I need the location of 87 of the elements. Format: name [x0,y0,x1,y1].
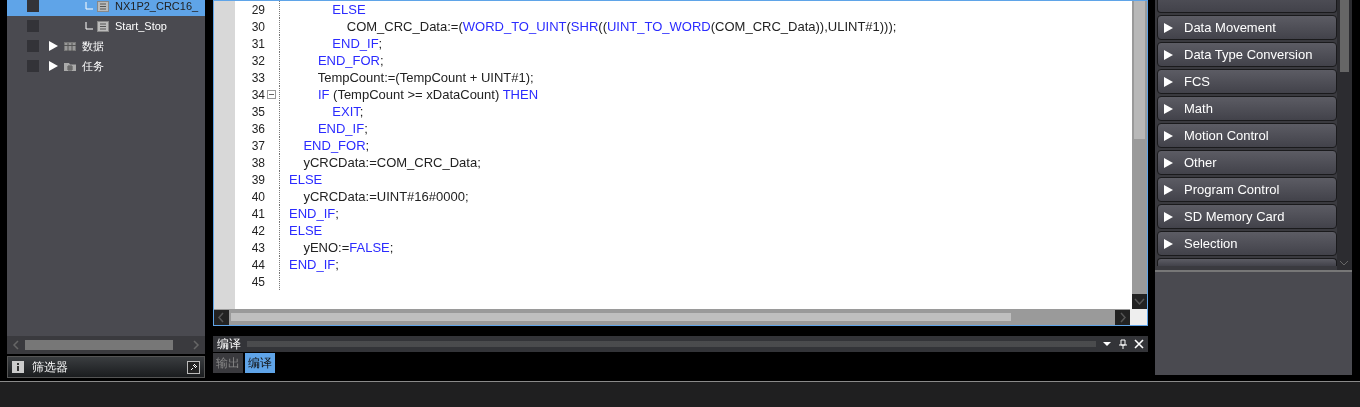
expand-arrow-icon [1164,184,1173,195]
vertical-scrollbar[interactable] [1132,1,1147,309]
scroll-corner [1130,309,1147,325]
line-number: 39 [250,172,265,187]
code-line: END_IF; [289,206,339,221]
toolbox-group[interactable]: Data Type Conversion [1157,42,1337,67]
code-line: COM_CRC_Data:=(WORD_TO_UINT(SHR((UINT_TO_WORD(COM_CRC_Data)),ULINT#1))); [345,19,897,34]
toolbox-group[interactable] [1157,0,1337,13]
line-number: 34 [250,87,265,102]
horizontal-scrollbar[interactable] [214,309,1130,325]
scroll-left-icon[interactable] [214,309,229,325]
vertical-scrollbar[interactable] [1337,0,1352,270]
expand-arrow-icon[interactable] [49,61,58,71]
expand-arrow-icon [1164,22,1173,33]
toolbox-group[interactable]: Motion Control [1157,123,1337,148]
expand-arrow-icon [1164,130,1173,141]
toolbox-group[interactable]: Selection [1157,231,1337,256]
pin-icon[interactable] [187,360,200,374]
code-line: yENO:=FALSE; [302,240,394,255]
horizontal-scrollbar[interactable] [7,336,205,354]
code-line: TempCount:=(TempCount + UINT#1); [316,70,534,85]
line-number: 38 [250,155,265,170]
expand-arrow-icon [1164,103,1173,114]
line-number: 40 [250,189,265,204]
scroll-thumb[interactable] [231,313,1011,321]
code-line: yCRCData:=COM_CRC_Data; [302,155,481,170]
code-line: ELSE [289,172,323,187]
line-number: 41 [250,206,265,221]
code-line: END_IF; [331,36,383,51]
line-number: 42 [250,223,265,238]
code-line: ELSE [331,2,366,17]
line-number: 31 [250,36,265,51]
line-number: 33 [250,70,265,85]
checkbox-icon [27,20,39,32]
code-line: ELSE [289,223,323,238]
panel-tab[interactable]: 编译 [245,353,275,373]
filter-label: 筛选器 [32,358,69,376]
tree-item[interactable]: NX1P2_CRC16_ [7,0,205,16]
expand-arrow-icon [1164,76,1173,87]
table-icon [64,40,76,52]
panel-title: 编译 [217,335,241,353]
line-number: 37 [250,138,265,153]
code-line: END_IF; [289,257,339,272]
info-icon [12,361,24,373]
toolbox-group[interactable]: Math [1157,96,1337,121]
checkbox-icon [27,0,39,12]
line-number: 29 [250,2,265,17]
code-line: END_FOR; [302,138,370,153]
line-number: 36 [250,121,265,136]
scroll-thumb[interactable] [1340,0,1349,72]
toolbox-group[interactable]: Program Control [1157,177,1337,202]
tree-item[interactable]: Start_Stop [7,16,205,36]
tree-item[interactable]: 任务 [7,56,205,76]
expand-arrow-icon[interactable] [49,41,58,51]
code-line: yCRCData:=UINT#16#0000; [302,189,469,204]
document-icon [97,20,109,32]
expand-arrow-icon [1164,238,1173,249]
dropdown-icon[interactable] [1102,339,1112,349]
collapse-icon[interactable] [267,90,276,99]
line-number: 45 [250,274,265,289]
scroll-right-icon[interactable] [1115,309,1130,325]
tree-item[interactable]: 数据 [7,36,205,56]
code-line: EXIT; [331,104,364,119]
code-line: END_IF; [316,121,368,136]
checkbox-icon [27,40,39,52]
expand-arrow-icon [1164,49,1173,60]
expand-arrow-icon [1164,211,1173,222]
checkbox-icon [27,60,39,72]
folder-icon [64,60,76,72]
close-icon[interactable] [1134,339,1144,349]
toolbox-group[interactable]: Data Movement [1157,15,1337,40]
line-number: 32 [250,53,265,68]
grip-pattern[interactable] [247,341,1096,347]
code-line: END_FOR; [316,53,384,68]
expand-arrow-icon [1164,157,1173,168]
code-line: IF (TempCount >= xDataCount) THEN [316,87,539,102]
line-number: 30 [250,19,265,34]
scroll-thumb[interactable] [25,340,173,350]
line-number: 35 [250,104,265,119]
scroll-thumb[interactable] [1134,1,1145,139]
toolbox-group[interactable]: SD Memory Card [1157,204,1337,229]
line-number: 43 [250,240,265,255]
toolbox-group[interactable]: Other [1157,150,1337,175]
toolbox-group[interactable]: FCS [1157,69,1337,94]
document-icon [97,0,109,12]
line-number: 44 [250,257,265,272]
toolbox-group[interactable] [1157,258,1337,266]
